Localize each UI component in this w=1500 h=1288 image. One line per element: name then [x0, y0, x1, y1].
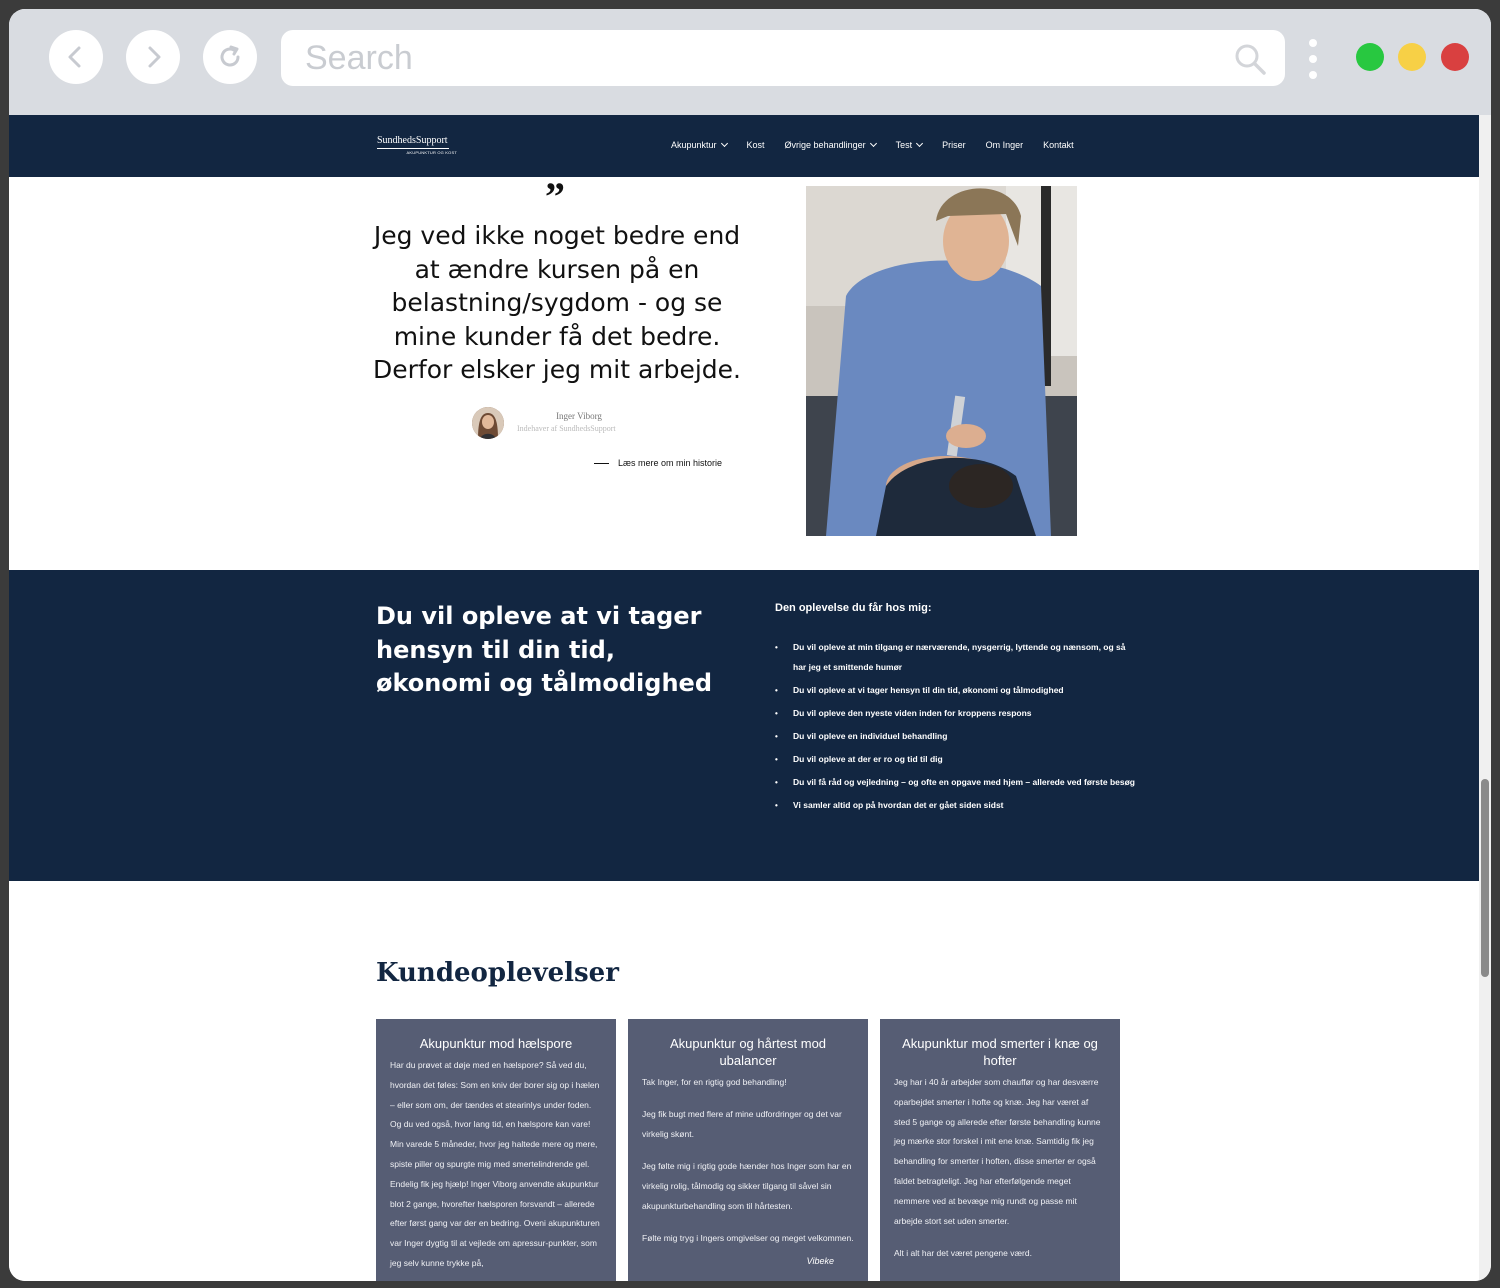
more-options-icon[interactable] [1307, 39, 1319, 79]
nav-item-label: Kontakt [1043, 140, 1074, 150]
experience-item: Vi samler altid op på hvordan det er gåe… [775, 796, 1135, 816]
search-icon[interactable] [1233, 42, 1267, 76]
nav-item-label: Øvrige behandlinger [784, 140, 866, 150]
browser-window: SundhedsSupport AKUPUNKTUR OG KOST Akupu… [9, 9, 1491, 1281]
testimonials-heading: Kundeoplevelser [376, 958, 619, 988]
site-header: SundhedsSupport AKUPUNKTUR OG KOST Akupu… [9, 115, 1479, 177]
experience-heading: Du vil opleve at vi tager hensyn til din… [376, 602, 712, 697]
logo-divider [377, 148, 449, 149]
experience-item: Du vil opleve at vi tager hensyn til din… [775, 681, 1135, 701]
author-avatar [472, 407, 504, 439]
scrollbar-thumb[interactable] [1481, 779, 1489, 977]
chevron-right-icon [148, 46, 161, 68]
chevron-down-icon [916, 139, 924, 148]
testimonial-paragraph: Har du prøvet at døje med en hælspore? S… [390, 1060, 600, 1268]
experience-section: Du vil opleve at vi tager hensyn til din… [9, 570, 1479, 881]
author-name: Inger Viborg [556, 411, 602, 421]
nav-item-1[interactable]: Kost [747, 140, 765, 150]
site-logo[interactable]: SundhedsSupport AKUPUNKTUR OG KOST [377, 135, 457, 159]
chevron-left-icon [68, 46, 81, 68]
testimonial-body: Tak Inger, for en rigtig god behandling!… [642, 1073, 854, 1249]
experience-item: Du vil opleve at min tilgang er nærværen… [775, 638, 1135, 677]
therapist-photo [806, 186, 1077, 536]
address-bar[interactable] [281, 30, 1285, 86]
experience-list-title: Den oplevelse du får hos mig: [775, 602, 932, 614]
link-dash [594, 462, 609, 464]
search-input[interactable] [305, 38, 1205, 78]
nav-item-label: Om Inger [985, 140, 1024, 150]
nav-item-label: Kost [746, 140, 765, 150]
nav-item-label: Test [895, 140, 913, 150]
experience-item: Du vil opleve at der er ro og tid til di… [775, 750, 1135, 770]
testimonial-paragraph: Jeg fik bugt med flere af mine udfordrin… [642, 1109, 842, 1140]
testimonial-paragraph: Jeg følte mig i rigtig gode hænder hos I… [642, 1161, 852, 1211]
chevron-down-icon [720, 139, 728, 148]
logo-title: SundhedsSupport [377, 135, 448, 146]
testimonial-card: Akupunktur og hårtest mod ubalancer Tak I… [628, 1019, 868, 1281]
reload-button[interactable] [203, 30, 257, 84]
testimonial-card: Akupunktur mod hælspore Har du prøvet at … [376, 1019, 616, 1281]
experience-item: Du vil opleve en individuel behandling [775, 727, 1135, 747]
close-button[interactable] [1441, 43, 1469, 71]
main-menu: Akupunktur Kost Øvrige behandlinger Test Pri… [671, 139, 1094, 150]
quote-mark-icon: ” [545, 174, 565, 219]
author-role: Indehaver af SundhedsSupport [517, 424, 616, 433]
chevron-down-icon [869, 139, 877, 148]
testimonial-paragraph: Alt i alt har det været pengene værd. [894, 1247, 1032, 1258]
nav-item-0[interactable]: Akupunktur [671, 139, 728, 150]
logo-subtitle: AKUPUNKTUR OG KOST [406, 150, 457, 155]
nav-item-4[interactable]: Priser [942, 140, 966, 150]
forward-button[interactable] [126, 30, 180, 84]
testimonial-signature: Vibeke [806, 1255, 834, 1266]
nav-item-6[interactable]: Kontakt [1043, 140, 1074, 150]
nav-item-label: Priser [942, 140, 966, 150]
browser-toolbar [9, 9, 1491, 115]
testimonial-body: Har du prøvet at døje med en hælspore? S… [390, 1056, 602, 1274]
testimonial-paragraph: Jeg har i 40 år arbejder som chauffør og… [894, 1077, 1101, 1226]
nav-item-5[interactable]: Om Inger [986, 140, 1024, 150]
testimonial-body: Jeg har i 40 år arbejder som chauffør og… [894, 1073, 1106, 1264]
scrollbar[interactable] [1479, 115, 1491, 1281]
page-viewport: SundhedsSupport AKUPUNKTUR OG KOST Akupu… [9, 115, 1479, 1281]
experience-item: Du vil få råd og vejledning – og ofte en… [775, 773, 1135, 793]
minimize-button[interactable] [1398, 43, 1426, 71]
quote-text: Jeg ved ikke noget bedre end at ændre ku… [373, 221, 741, 384]
experience-item: Du vil opleve den nyeste viden inden for… [775, 704, 1135, 724]
testimonial-paragraph: Følte mig tryg i Ingers omgivelser og me… [642, 1233, 854, 1244]
maximize-button[interactable] [1356, 43, 1384, 71]
nav-item-label: Akupunktur [671, 140, 717, 150]
nav-item-2[interactable]: Øvrige behandlinger [784, 139, 877, 150]
experience-list: Du vil opleve at min tilgang er nærværen… [775, 638, 1135, 819]
reload-icon [220, 45, 240, 67]
testimonial-card: Akupunktur mod smerter i knæ og hofter Je… [880, 1019, 1120, 1281]
testimonial-title: Akupunktur og hårtest mod ubalancer [669, 1036, 827, 1068]
testimonial-title: Akupunktur mod hælspore [419, 1036, 573, 1051]
read-more-link[interactable]: Læs mere om min historie [594, 458, 722, 468]
back-button[interactable] [49, 30, 103, 84]
testimonial-paragraph: Tak Inger, for en rigtig god behandling! [642, 1077, 787, 1087]
read-more-label: Læs mere om min historie [618, 458, 723, 468]
testimonial-title: Akupunktur mod smerter i knæ og hofter [902, 1036, 1098, 1068]
nav-item-3[interactable]: Test [895, 139, 924, 150]
